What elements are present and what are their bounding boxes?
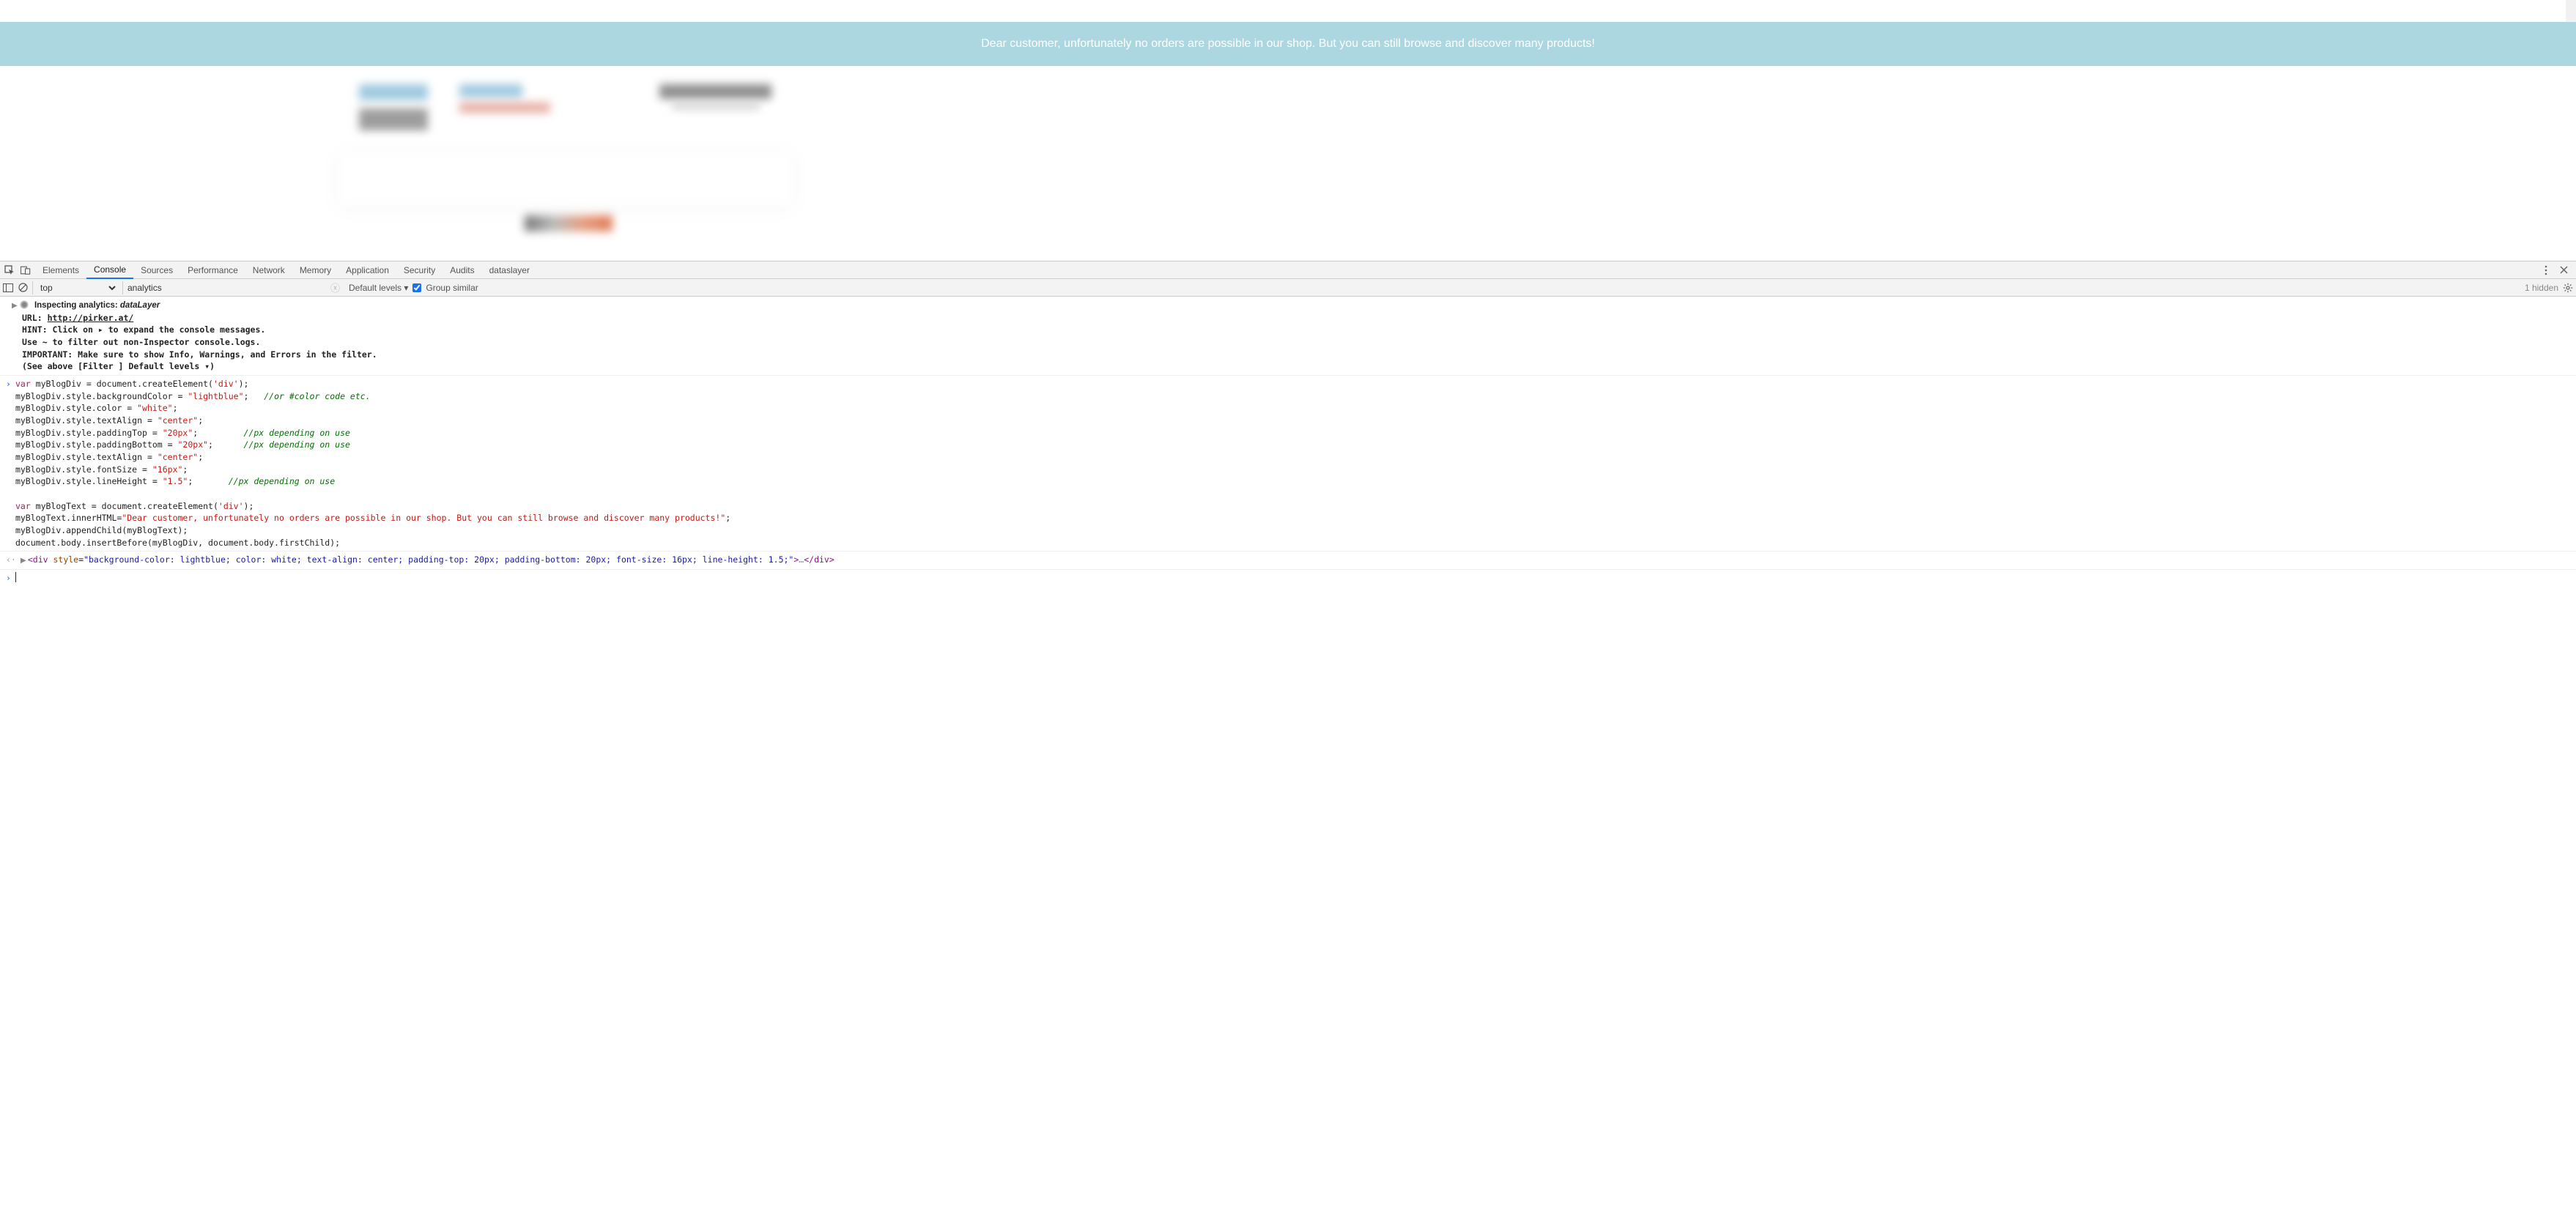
inspector-hint: HINT: Click on ▸ to expand the console m… (12, 324, 2570, 336)
tab-security[interactable]: Security (396, 261, 443, 279)
tab-application[interactable]: Application (338, 261, 396, 279)
announcement-banner: Dear customer, unfortunately no orders a… (0, 22, 2576, 66)
tab-dataslayer[interactable]: dataslayer (482, 261, 537, 279)
gear-icon[interactable] (2563, 283, 2573, 293)
device-toolbar-icon[interactable] (21, 265, 31, 275)
inspector-url: URL: http://pirker.at/ (12, 312, 2570, 324)
close-icon[interactable] (2558, 265, 2569, 275)
blurred-block (459, 84, 522, 97)
page-content-blurred (0, 66, 2576, 261)
inspector-hint: Use ~ to filter out non-Inspector consol… (12, 336, 2570, 349)
log-level-label: Default levels ▾ (349, 283, 408, 293)
tab-memory[interactable]: Memory (292, 261, 338, 279)
devtools-tab-bar: Elements Console Sources Performance Net… (0, 261, 2576, 279)
devtools-panel: Elements Console Sources Performance Net… (0, 261, 2576, 587)
disclosure-triangle-icon[interactable]: ▶ (12, 301, 19, 312)
inspector-url-link[interactable]: http://pirker.at/ (48, 313, 134, 323)
clear-console-icon[interactable] (18, 283, 28, 293)
blurred-block (672, 104, 760, 108)
inspector-title: Inspecting analytics: dataLayer (34, 301, 160, 310)
tab-elements[interactable]: Elements (35, 261, 86, 279)
blurred-block (659, 84, 771, 99)
inspect-element-icon[interactable] (4, 265, 15, 275)
tab-console[interactable]: Console (86, 261, 133, 279)
log-level-dropdown[interactable]: Default levels ▾ (349, 283, 408, 293)
console-result-value[interactable]: ▶<div style="background-color: lightblue… (21, 554, 834, 567)
blurred-block (459, 103, 550, 113)
prompt-caret-icon: › (6, 572, 15, 584)
tab-sources[interactable]: Sources (133, 261, 180, 279)
announcement-text: Dear customer, unfortunately no orders a… (981, 37, 1595, 50)
prompt-caret-icon: › (6, 378, 15, 390)
console-code-snippet: var myBlogDiv = document.createElement('… (15, 378, 2570, 549)
inspector-globe-icon (19, 300, 29, 310)
execution-context-select[interactable]: top (37, 282, 118, 294)
console-input[interactable] (15, 572, 2570, 584)
tab-network[interactable]: Network (245, 261, 292, 279)
console-result-row: ‹· ▶<div style="background-color: lightb… (0, 551, 2576, 570)
inspector-header-row: ▶ Inspecting analytics: dataLayer URL: h… (0, 297, 2576, 376)
hidden-messages-count[interactable]: 1 hidden (2525, 283, 2558, 293)
blurred-block (338, 152, 793, 207)
console-filter-input[interactable] (127, 283, 322, 293)
return-caret-icon: ‹· (6, 554, 21, 566)
blurred-block (359, 108, 428, 130)
console-sidebar-toggle-icon[interactable] (3, 283, 13, 293)
tab-audits[interactable]: Audits (443, 261, 481, 279)
blurred-block (359, 84, 428, 100)
inspector-important: (See above [Filter ] Default levels ▾) (12, 360, 2570, 373)
kebab-menu-icon[interactable] (2541, 265, 2551, 275)
console-log-area[interactable]: ▶ Inspecting analytics: dataLayer URL: h… (0, 297, 2576, 587)
group-similar-label: Group similar (426, 283, 478, 293)
clear-filter-icon[interactable]: ⓧ (326, 281, 344, 294)
tab-performance[interactable]: Performance (180, 261, 245, 279)
page-gap (0, 0, 2576, 22)
disclosure-triangle-icon[interactable]: ▶ (21, 556, 28, 567)
inspector-important: IMPORTANT: Make sure to show Info, Warni… (12, 349, 2570, 361)
group-similar-checkbox[interactable] (412, 283, 421, 292)
console-prompt-row[interactable]: › (0, 570, 2576, 587)
blurred-block (525, 215, 612, 231)
console-input-row: › var myBlogDiv = document.createElement… (0, 376, 2576, 551)
console-toolbar: top ⓧ Default levels ▾ Group similar 1 h… (0, 279, 2576, 297)
